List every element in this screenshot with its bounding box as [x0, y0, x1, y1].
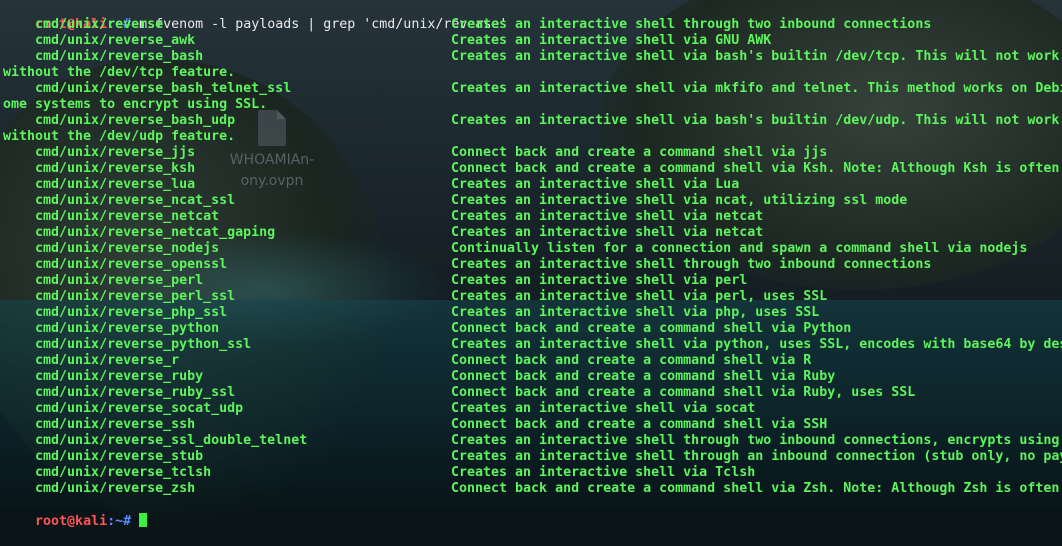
payload-description: Connect back and create a command shell …	[451, 161, 1060, 176]
payload-description: Creates an interactive shell via ncat, u…	[451, 193, 908, 208]
payload-description: Connect back and create a command shell …	[451, 417, 828, 432]
payload-name: cmd/unix/reverse_ruby_ssl	[3, 385, 236, 400]
payload-row: cmd/unix/reverse_awk Creates an interacti…	[3, 33, 1062, 49]
payload-name: cmd/unix/reverse_ssl_double_telnet	[3, 433, 308, 448]
payload-description: Creates an interactive shell through two…	[451, 257, 932, 272]
payload-row: cmd/unix/reverse_nodejs Continually liste…	[3, 241, 1062, 257]
payload-name: cmd/unix/reverse_socat_udp	[3, 401, 244, 416]
payload-row: cmd/unix/reverse_ruby_ssl Connect back an…	[3, 385, 1062, 401]
payload-name: cmd/unix/reverse_ssh	[3, 417, 196, 432]
output-wrap-line: without the /dev/tcp feature.	[3, 65, 236, 80]
payload-name: cmd/unix/reverse_nodejs	[3, 241, 220, 256]
payload-description: Creates an interactive shell via Lua	[451, 177, 740, 192]
payload-name: cmd/unix/reverse	[3, 17, 164, 32]
payload-description: Connect back and create a command shell …	[451, 385, 916, 400]
payload-row: cmd/unix/reverse_php_ssl Creates an inter…	[3, 305, 1062, 321]
payload-row: cmd/unix/reverse_bash_udp Creates an inte…	[3, 113, 1062, 129]
payload-name: cmd/unix/reverse_php_ssl	[3, 305, 228, 320]
payload-row: cmd/unix/reverse_ksh Connect back and cre…	[3, 161, 1062, 177]
payload-name: cmd/unix/reverse_r	[3, 353, 180, 368]
payload-row: cmd/unix/reverse_bash Creates an interact…	[3, 49, 1062, 65]
payload-row: cmd/unix/reverse_r Connect back and creat…	[3, 353, 1062, 369]
payload-row: cmd/unix/reverse_tclsh Creates an interac…	[3, 465, 1062, 481]
payload-description: Connect back and create a command shell …	[451, 353, 812, 368]
payload-description: Connect back and create a command shell …	[451, 369, 836, 384]
payload-name: cmd/unix/reverse_bash_telnet_ssl	[3, 81, 292, 96]
terminal-prompt-line[interactable]: root@kali:~#	[3, 497, 148, 546]
payload-row: cmd/unix/reverse_jjs Connect back and cre…	[3, 145, 1062, 161]
payload-description: Connect back and create a command shell …	[451, 145, 828, 160]
payload-description: Creates an interactive shell through two…	[451, 433, 1060, 448]
payload-row: cmd/unix/reverse Creates an interactive s…	[3, 17, 1062, 33]
payload-name: cmd/unix/reverse_ruby	[3, 369, 204, 384]
payload-name: cmd/unix/reverse_awk	[3, 33, 196, 48]
payload-name: cmd/unix/reverse_python_ssl	[3, 337, 252, 352]
payload-description: Connect back and create a command shell …	[451, 321, 852, 336]
payload-name: cmd/unix/reverse_zsh	[3, 481, 196, 496]
prompt-user: root@kali	[35, 514, 108, 529]
payload-description: Creates an interactive shell via perl, u…	[451, 289, 828, 304]
payload-name: cmd/unix/reverse_netcat	[3, 209, 220, 224]
payload-description: Creates an interactive shell via php, us…	[451, 305, 820, 320]
payload-row: cmd/unix/reverse_ruby Connect back and cr…	[3, 369, 1062, 385]
payload-description: Creates an interactive shell via bash's …	[451, 113, 1060, 128]
terminal-window[interactable]: root@kali:~# msfvenom -l payloads | grep…	[0, 0, 1062, 529]
payload-name: cmd/unix/reverse_perl_ssl	[3, 289, 236, 304]
payload-row: cmd/unix/reverse_netcat Creates an intera…	[3, 209, 1062, 225]
payload-description: Creates an interactive shell via perl	[451, 273, 748, 288]
terminal-cursor	[139, 513, 148, 527]
payload-row: cmd/unix/reverse_python Connect back and …	[3, 321, 1062, 337]
payload-name: cmd/unix/reverse_netcat_gaping	[3, 225, 276, 240]
payload-description: Creates an interactive shell via Tclsh	[451, 465, 756, 480]
payload-description: Creates an interactive shell via mkfifo …	[451, 81, 1062, 96]
payload-row: cmd/unix/reverse_ssl_double_telnet Create…	[3, 433, 1062, 449]
payload-row: cmd/unix/reverse_netcat_gaping Creates an…	[3, 225, 1062, 241]
payload-row: cmd/unix/reverse_python_ssl Creates an in…	[3, 337, 1062, 353]
payload-row: cmd/unix/reverse_perl Creates an interact…	[3, 273, 1062, 289]
payload-row: cmd/unix/reverse_lua Creates an interacti…	[3, 177, 1062, 193]
payload-description: Creates an interactive shell via netcat	[451, 209, 764, 224]
payload-description: Connect back and create a command shell …	[451, 481, 1060, 496]
payload-name: cmd/unix/reverse_bash	[3, 49, 204, 64]
payload-name: cmd/unix/reverse_tclsh	[3, 465, 212, 480]
payload-name: cmd/unix/reverse_ncat_ssl	[3, 193, 236, 208]
payload-description: Continually listen for a connection and …	[451, 241, 1028, 256]
payload-name: cmd/unix/reverse_jjs	[3, 145, 196, 160]
payload-row: cmd/unix/reverse_ssh Connect back and cre…	[3, 417, 1062, 433]
payload-name: cmd/unix/reverse_lua	[3, 177, 196, 192]
payload-name: cmd/unix/reverse_perl	[3, 273, 204, 288]
payload-name: cmd/unix/reverse_bash_udp	[3, 113, 236, 128]
payload-row: cmd/unix/reverse_ncat_ssl Creates an inte…	[3, 193, 1062, 209]
payload-name: cmd/unix/reverse_stub	[3, 449, 204, 464]
payload-description: Creates an interactive shell via socat	[451, 401, 756, 416]
payload-row: cmd/unix/reverse_perl_ssl Creates an inte…	[3, 289, 1062, 305]
output-wrap-line: without the /dev/udp feature.	[3, 129, 236, 144]
payload-row: cmd/unix/reverse_socat_udp Creates an int…	[3, 401, 1062, 417]
payload-description: Creates an interactive shell via python,…	[451, 337, 1062, 352]
payload-row: cmd/unix/reverse_openssl Creates an inter…	[3, 257, 1062, 273]
payload-row: cmd/unix/reverse_zsh Connect back and cre…	[3, 481, 1062, 497]
payload-description: Creates an interactive shell via GNU AWK	[451, 33, 772, 48]
prompt-path: :~#	[107, 514, 132, 529]
payload-description: Creates an interactive shell through two…	[451, 17, 932, 32]
output-wrap-line: ome systems to encrypt using SSL.	[3, 97, 268, 112]
payload-row: cmd/unix/reverse_bash_telnet_ssl Creates …	[3, 81, 1062, 97]
payload-name: cmd/unix/reverse_openssl	[3, 257, 228, 272]
payload-description: Creates an interactive shell through an …	[451, 449, 1062, 464]
payload-description: Creates an interactive shell via netcat	[451, 225, 764, 240]
payload-name: cmd/unix/reverse_ksh	[3, 161, 196, 176]
payload-description: Creates an interactive shell via bash's …	[451, 49, 1060, 64]
payload-name: cmd/unix/reverse_python	[3, 321, 220, 336]
payload-row: cmd/unix/reverse_stub Creates an interact…	[3, 449, 1062, 465]
